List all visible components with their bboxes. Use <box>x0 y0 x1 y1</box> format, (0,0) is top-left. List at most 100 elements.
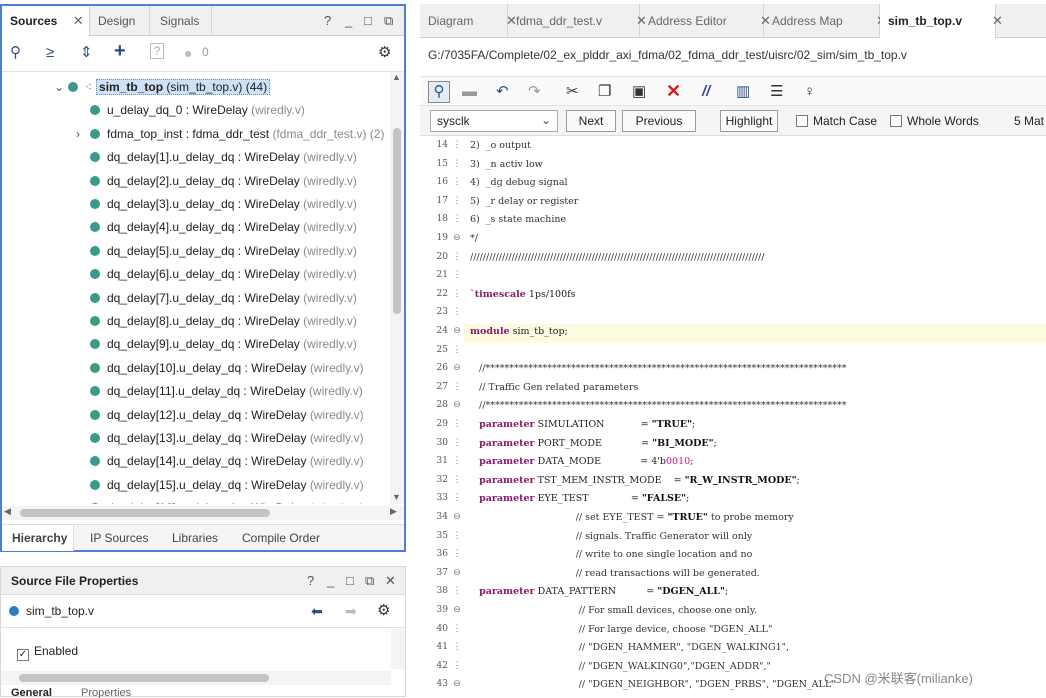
tree-item-root[interactable]: ⌄ ⁖ sim_tb_top (sim_tb_top.v) (44) <box>54 76 271 99</box>
tab-libraries[interactable]: Libraries <box>172 525 218 551</box>
code-line[interactable]: 6) _s state machine <box>470 214 566 225</box>
tab-sources[interactable]: Sources ✕ <box>2 6 90 36</box>
code-line[interactable]: 5) _r delay or register <box>470 196 578 207</box>
chevron-down-icon[interactable]: ⌄ <box>54 76 64 99</box>
tree-item[interactable]: dq_delay[11].u_delay_dq : WireDelay (wir… <box>76 380 363 403</box>
close-icon[interactable]: ✕ <box>385 567 396 595</box>
tab-fdma-ddr-test[interactable]: fdma_ddr_test.v ✕ <box>508 4 647 38</box>
code-line[interactable]: // For small devices, choose one only. <box>470 605 757 616</box>
tab-address-map[interactable]: Address Map✕ <box>764 4 887 38</box>
close-icon[interactable]: ✕ <box>992 4 1003 38</box>
properties-horizontal-scrollbar[interactable] <box>1 671 391 685</box>
tab-hierarchy[interactable]: Hierarchy <box>2 525 74 551</box>
fold-icon[interactable]: ⊖ <box>452 604 462 615</box>
scrollbar-thumb[interactable] <box>393 128 401 314</box>
whole-words-checkbox[interactable]: Whole Words <box>890 114 979 128</box>
code-area[interactable]: 14 ⋮ 2) _o output 15 ⋮ 3) _n activ low 16 ⋮ 4) _… <box>420 136 1046 697</box>
expand-all-icon[interactable]: ⇕ <box>80 43 93 63</box>
gear-icon[interactable]: ⚙ <box>377 601 390 621</box>
forward-arrow-icon[interactable]: ➡ <box>345 601 357 621</box>
column-icon[interactable]: ▥ <box>736 82 750 102</box>
tree-item[interactable]: dq_delay[3].u_delay_dq : WireDelay (wire… <box>76 193 357 216</box>
minimize-icon[interactable]: _ <box>345 6 352 36</box>
undo-icon[interactable]: ↶ <box>496 82 509 102</box>
lightbulb-icon[interactable]: ♀ <box>804 82 815 102</box>
cut-icon[interactable]: ✂ <box>566 82 579 102</box>
code-line[interactable]: // signals. Traffic Generator will only <box>470 531 753 542</box>
code-line[interactable]: parameter PORT_MODE = "BI_MODE"; <box>470 438 717 449</box>
enabled-checkbox[interactable]: ✓ Enabled <box>17 644 78 661</box>
code-line[interactable]: parameter TST_MEM_INSTR_MODE = "R_W_INST… <box>470 475 800 486</box>
tree-item[interactable]: › fdma_top_inst : fdma_ddr_test (fdma_ddr… <box>76 123 384 146</box>
fold-icon[interactable]: ⊖ <box>452 511 462 522</box>
code-line[interactable]: // For large device, choose "DGEN_ALL" <box>470 624 773 635</box>
fold-icon[interactable]: ⊖ <box>452 232 462 243</box>
tree-item[interactable]: dq_delay[2].u_delay_dq : WireDelay (wire… <box>76 170 357 193</box>
restore-icon[interactable]: ⧉ <box>384 6 393 36</box>
code-line[interactable]: 3) _n activ low <box>470 159 543 170</box>
hscrollbar-thumb[interactable] <box>19 674 269 682</box>
collapse-all-icon[interactable]: ≥ <box>46 43 54 63</box>
search-icon[interactable]: ⚲ <box>10 43 21 63</box>
comment-icon[interactable]: // <box>702 82 710 102</box>
tree-vertical-scrollbar[interactable]: ▲ ▼ <box>390 72 404 504</box>
code-line[interactable]: */ <box>470 233 478 244</box>
code-line[interactable]: // "DGEN_HAMMER", "DGEN_WALKING1", <box>470 642 789 653</box>
next-button[interactable]: Next <box>566 110 616 132</box>
code-line[interactable]: // Traffic Gen related parameters <box>470 382 638 393</box>
tree-item[interactable]: u_delay_dq_0 : WireDelay (wiredly.v) <box>76 99 305 122</box>
scroll-right-icon[interactable]: ▶ <box>390 506 397 517</box>
minimize-icon[interactable]: _ <box>327 567 334 595</box>
chevron-right-icon[interactable]: › <box>76 123 84 146</box>
code-line[interactable]: ////////////////////////////////////////… <box>470 252 764 263</box>
indent-icon[interactable]: ☰ <box>770 82 783 102</box>
tab-diagram[interactable]: Diagram ✕ <box>420 4 517 38</box>
code-line[interactable]: `timescale 1ps/100fs <box>470 289 576 300</box>
hscrollbar-thumb[interactable] <box>20 509 270 517</box>
fold-icon[interactable]: ⊖ <box>452 678 462 689</box>
find-input[interactable]: sysclk ⌄ <box>430 110 558 132</box>
code-line[interactable]: parameter SIMULATION = "TRUE"; <box>470 419 695 430</box>
match-case-checkbox[interactable]: Match Case <box>796 114 877 128</box>
add-icon[interactable]: + <box>114 41 126 61</box>
previous-button[interactable]: Previous <box>622 110 696 132</box>
help-icon[interactable]: ? <box>324 6 331 36</box>
scroll-up-icon[interactable]: ▲ <box>392 72 401 82</box>
restore-icon[interactable]: ⧉ <box>365 567 374 595</box>
search-icon[interactable]: ⚲ <box>428 81 450 103</box>
code-line[interactable]: // "DGEN_WALKING0","DGEN_ADDR"," <box>470 661 771 672</box>
code-line[interactable]: module sim_tb_top; <box>470 326 568 337</box>
fold-icon[interactable]: ⊖ <box>452 567 462 578</box>
tab-properties[interactable]: Properties <box>81 687 131 698</box>
fold-icon[interactable]: ⊖ <box>452 325 462 336</box>
tree-item[interactable]: dq_delay[4].u_delay_dq : WireDelay (wire… <box>76 216 357 239</box>
tree-item[interactable]: dq_delay[6].u_delay_dq : WireDelay (wire… <box>76 263 357 286</box>
scroll-down-icon[interactable]: ▼ <box>392 492 401 502</box>
redo-icon[interactable]: ↷ <box>528 82 541 102</box>
tree-horizontal-scrollbar[interactable]: ◀ ▶ <box>2 506 404 520</box>
gear-icon[interactable]: ⚙ <box>378 43 391 63</box>
tree-item[interactable]: dq_delay[9].u_delay_dq : WireDelay (wire… <box>76 333 357 356</box>
delete-icon[interactable]: ✕ <box>666 81 681 101</box>
checkbox-unchecked-icon[interactable] <box>796 115 808 127</box>
maximize-icon[interactable]: □ <box>346 567 354 595</box>
tab-sim-tb-top[interactable]: sim_tb_top.v ✕ <box>880 4 1003 38</box>
maximize-icon[interactable]: □ <box>364 6 372 36</box>
paste-icon[interactable]: ▣ <box>632 82 646 102</box>
tree-item[interactable]: dq_delay[15].u_delay_dq : WireDelay (wir… <box>76 474 364 497</box>
tab-ip-sources[interactable]: IP Sources <box>90 525 148 551</box>
tab-compile-order[interactable]: Compile Order <box>242 525 320 551</box>
code-line[interactable]: 4) _dg debug signal <box>470 177 568 188</box>
code-line[interactable]: // set EYE_TEST = "TRUE" to probe memory <box>470 512 794 523</box>
tree-item[interactable]: dq_delay[14].u_delay_dq : WireDelay (wir… <box>76 450 364 473</box>
help-icon[interactable]: ? <box>307 567 314 595</box>
code-line[interactable]: parameter EYE_TEST = "FALSE"; <box>470 493 689 504</box>
tree-item[interactable]: dq_delay[7].u_delay_dq : WireDelay (wire… <box>76 287 357 310</box>
tab-address-editor[interactable]: Address Editor ✕ <box>640 4 771 38</box>
tree-item[interactable]: dq_delay[12].u_delay_dq : WireDelay (wir… <box>76 404 364 427</box>
fold-icon[interactable]: ⊖ <box>452 362 462 373</box>
info-icon[interactable]: ? <box>150 43 164 59</box>
properties-vertical-scrollbar[interactable] <box>391 629 405 669</box>
tree-item[interactable]: dq_delay[8].u_delay_dq : WireDelay (wire… <box>76 310 357 333</box>
tree-item[interactable]: dq_delay[16].u_delay_dq : WireDelay (wir… <box>76 497 364 504</box>
